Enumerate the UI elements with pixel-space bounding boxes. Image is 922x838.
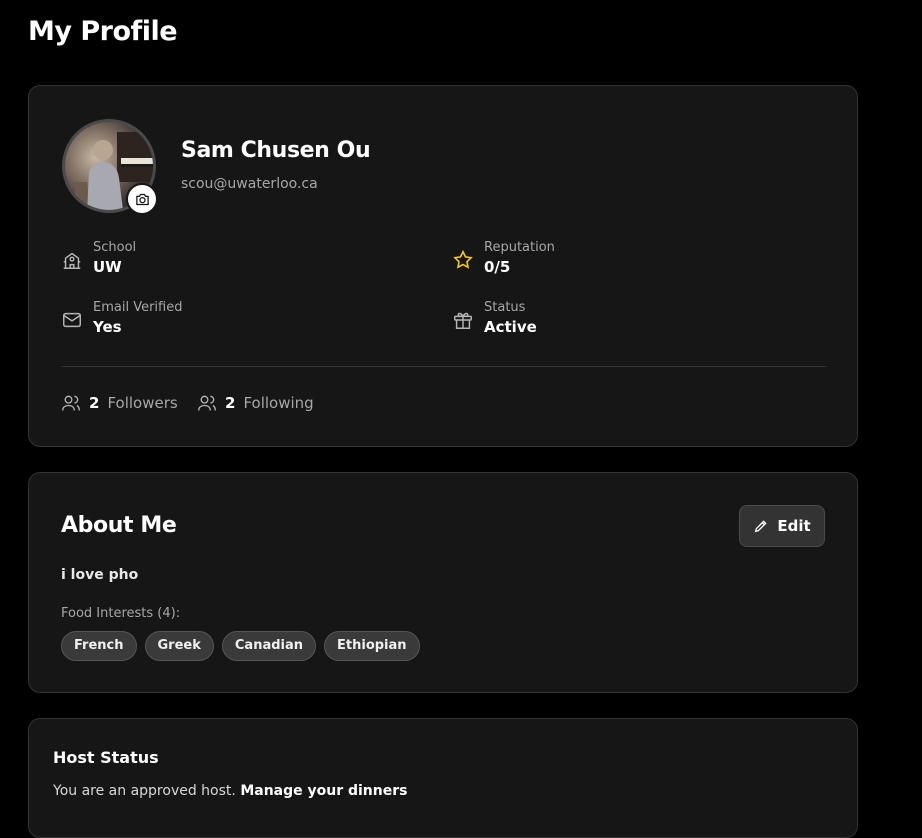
gift-icon [454, 312, 472, 329]
page-title: My Profile [28, 16, 178, 47]
change-photo-button[interactable] [126, 183, 158, 215]
status-label: Status [484, 300, 526, 315]
email-verified-value: Yes [93, 318, 122, 336]
pencil-icon [755, 520, 767, 533]
divider [61, 366, 827, 367]
bio-text: i love pho [61, 567, 139, 583]
host-status-message: You are an approved host. [53, 783, 236, 799]
host-status-title: Host Status [53, 748, 159, 767]
interest-tag: Ethiopian [324, 631, 420, 661]
users-icon [198, 395, 216, 411]
status-info: Status Active [452, 299, 537, 338]
school-icon [63, 252, 81, 269]
email-verified-label: Email Verified [93, 300, 183, 315]
star-icon [453, 249, 473, 269]
about-card: About Me Edit i love pho Food Interests … [28, 472, 858, 693]
mail-icon [63, 312, 81, 328]
followers-label: Followers [107, 394, 178, 412]
profile-name: Sam Chusen Ou [181, 138, 371, 163]
interest-tag: Greek [144, 631, 214, 661]
reputation-value: 0/5 [484, 258, 511, 276]
followers-count: 2 [89, 394, 100, 412]
host-status-text: You are an approved host. Manage your di… [53, 783, 407, 799]
edit-button[interactable]: Edit [739, 505, 825, 547]
interest-tag: Canadian [221, 631, 317, 661]
manage-dinners-link[interactable]: Manage your dinners [240, 783, 407, 799]
camera-icon [135, 193, 149, 205]
interest-tags: French Greek Canadian Ethiopian [61, 631, 420, 661]
avatar-container [62, 119, 158, 215]
interest-tag: French [61, 631, 137, 661]
users-icon [62, 395, 80, 411]
following-count: 2 [225, 394, 236, 412]
following-label: Following [243, 394, 314, 412]
email-verified-info: Email Verified Yes [61, 299, 182, 338]
about-title: About Me [61, 513, 177, 538]
status-value: Active [484, 318, 537, 336]
reputation-label: Reputation [484, 240, 555, 255]
edit-label: Edit [777, 517, 811, 535]
reputation-info: Reputation 0/5 [452, 239, 555, 278]
profile-card: Sam Chusen Ou scou@uwaterloo.ca School U… [28, 85, 858, 447]
interests-label: Food Interests (4): [61, 606, 181, 621]
followers-link[interactable]: 2 Followers [61, 393, 178, 413]
following-link[interactable]: 2 Following [197, 393, 314, 413]
profile-email: scou@uwaterloo.ca [181, 176, 318, 192]
school-value: UW [93, 258, 122, 276]
host-status-card: Host Status You are an approved host. Ma… [28, 718, 858, 838]
school-info: School UW [61, 239, 136, 278]
school-label: School [93, 240, 137, 255]
